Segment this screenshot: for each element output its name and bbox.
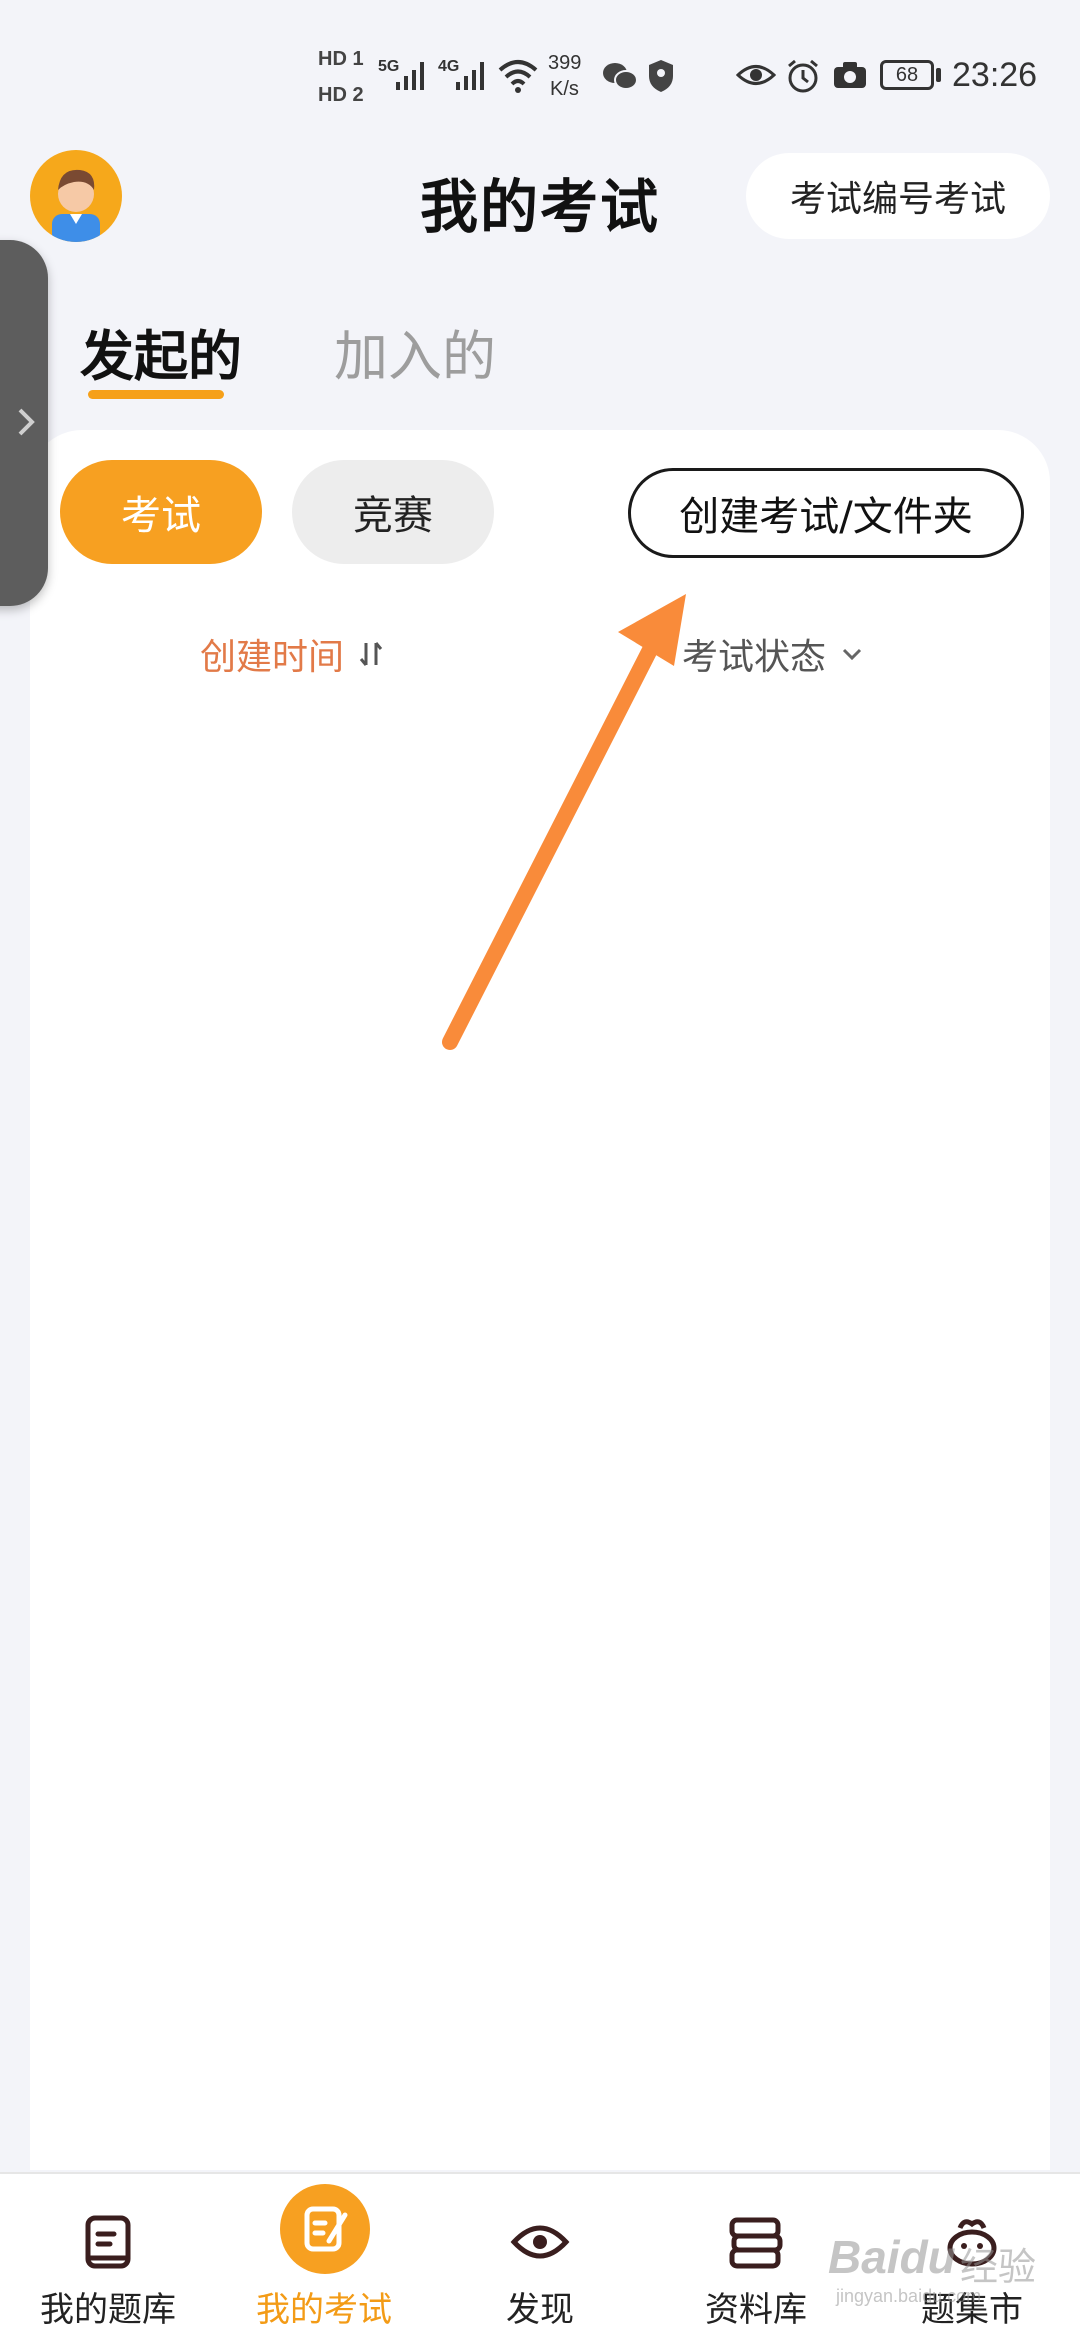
filter-exam-status[interactable]: 考试状态 [682, 628, 864, 680]
exam-edit-icon [280, 2184, 370, 2274]
filter-exam-status-label: 考试状态 [682, 637, 827, 678]
active-tab-indicator [88, 390, 224, 399]
wifi-icon [498, 60, 538, 93]
status-bar: HD 1 HD 2 5G 4G 399 K/s 68 23:26 [0, 0, 1080, 140]
signal-icon [396, 62, 424, 90]
book-icon [58, 2204, 158, 2280]
watermark-url: jingyan.baidu.com [836, 2286, 982, 2306]
filter-chip-exam[interactable]: 考试 [60, 460, 262, 564]
nav-label: 我的考试 [256, 2290, 392, 2330]
nav-label: 发现 [506, 2290, 574, 2330]
side-panel-handle[interactable] [0, 240, 48, 606]
watermark-cn: 经验 [960, 2247, 1037, 2289]
chevron-down-icon [842, 648, 862, 661]
alarm-icon [788, 59, 818, 93]
sim1-label: HD 1 [318, 48, 364, 70]
create-exam-folder-button[interactable]: 创建考试/文件夹 [628, 468, 1024, 558]
battery-icon: 68 [880, 60, 934, 90]
nav-my-question-bank[interactable]: 我的题库 [0, 2174, 216, 2342]
nav-label: 资料库 [705, 2290, 807, 2330]
chevron-right-icon [18, 408, 35, 436]
eye-comfort-icon [736, 65, 776, 85]
sort-icon [359, 642, 383, 666]
sim2-label: HD 2 [318, 84, 364, 106]
annotation-arrow [442, 594, 686, 1050]
nav-my-exams[interactable]: 我的考试 [216, 2174, 432, 2342]
wechat-icon [603, 63, 638, 90]
sort-created-time-label: 创建时间 [200, 637, 345, 678]
battery-tip [936, 68, 941, 82]
net-speed-value: 399 [548, 52, 582, 74]
nav-discover[interactable]: 发现 [432, 2174, 648, 2342]
library-icon [706, 2204, 806, 2280]
signal-icon-2 [456, 62, 484, 90]
clock: 23:26 [952, 56, 1038, 94]
eye-icon [490, 2204, 590, 2280]
camera-icon [834, 62, 866, 88]
filter-chip-contest[interactable]: 竞赛 [292, 460, 494, 564]
net-speed-unit: K/s [550, 78, 579, 100]
battery-level: 68 [895, 63, 919, 86]
shield-icon [649, 60, 673, 92]
sort-created-time[interactable]: 创建时间 [200, 628, 384, 680]
tab-joined[interactable]: 加入的 [334, 312, 496, 391]
exam-by-code-button[interactable]: 考试编号考试 [746, 153, 1050, 239]
tab-initiated[interactable]: 发起的 [80, 312, 242, 391]
watermark-brand: Baidu [828, 2231, 956, 2283]
nav-label: 我的题库 [40, 2290, 176, 2330]
